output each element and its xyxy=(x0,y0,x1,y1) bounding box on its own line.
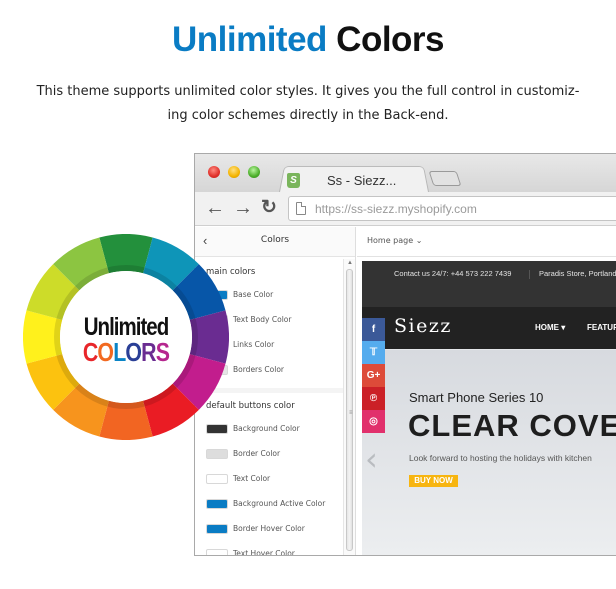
color-setting-label: Background Color xyxy=(233,424,300,433)
store-address: Paradis Store, Portland xyxy=(539,269,616,278)
color-setting-label: Text Body Color xyxy=(233,315,292,324)
color-setting-label: Border Color xyxy=(233,449,281,458)
color-setting-label: Borders Color xyxy=(233,365,285,374)
maximize-window-button[interactable] xyxy=(248,166,260,178)
color-wheel-center: Unlimited COLORS xyxy=(60,271,192,403)
page-select-dropdown[interactable]: Home page ⌄ xyxy=(367,236,422,245)
hero-subtitle: Smart Phone Series 10 xyxy=(409,390,544,405)
url-text[interactable]: https://ss-siezz.myshopify.com xyxy=(315,202,477,216)
color-setting-row[interactable]: Background Active Color xyxy=(206,491,343,516)
hero-title: CLEAR COVER xyxy=(408,408,616,443)
nav-item-features[interactable]: FEATURES xyxy=(587,323,616,332)
heading-rest: Colors xyxy=(326,20,445,59)
browser-toolbar: ← → ↻ https://ss-siezz.myshopify.com xyxy=(195,192,616,226)
wheel-letter: O xyxy=(125,337,142,367)
color-setting-row[interactable]: Text Hover Color xyxy=(206,541,343,555)
color-swatch[interactable] xyxy=(206,448,228,459)
facebook-icon[interactable]: f xyxy=(362,318,385,341)
page-icon xyxy=(296,202,306,215)
close-window-button[interactable] xyxy=(208,166,220,178)
address-bar[interactable]: https://ss-siezz.myshopify.com xyxy=(288,196,616,221)
wheel-letter: R xyxy=(141,337,156,367)
sidebar-scrollbar[interactable]: ▲ ≡ xyxy=(343,259,355,555)
nav-item-home[interactable]: HOME ▾ xyxy=(535,323,565,332)
color-setting-label: Text Color xyxy=(233,474,271,483)
page-subtitle: This theme supports unlimited color styl… xyxy=(16,80,600,128)
color-setting-label: Border Hover Color xyxy=(233,524,305,533)
scrollbar-thumb[interactable]: ≡ xyxy=(346,269,353,551)
subtitle-line: This theme supports unlimited color styl… xyxy=(36,84,580,99)
reload-icon[interactable]: ↻ xyxy=(261,197,277,219)
browser-window: S Ss - Siezz... ← → ↻ https://ss-siezz.m… xyxy=(194,153,616,556)
social-sidebar: f 𝕋 G+ ℗ ◎ xyxy=(362,318,385,433)
site-logo[interactable]: Siezz xyxy=(394,315,452,337)
color-swatch[interactable] xyxy=(206,548,228,555)
color-setting-label: Links Color xyxy=(233,340,275,349)
minimize-window-button[interactable] xyxy=(228,166,240,178)
heading-accent: Unlimited xyxy=(171,20,327,59)
subtitle-line: ing color schemes directly in the Back-e… xyxy=(167,108,449,123)
grip-icon: ≡ xyxy=(349,410,353,416)
color-setting-label: Base Color xyxy=(233,290,274,299)
tab-title: Ss - Siezz... xyxy=(327,172,397,188)
shopify-icon: S xyxy=(287,172,300,188)
scroll-up-arrow-icon[interactable]: ▲ xyxy=(347,260,353,266)
hero-description: Look forward to hosting the holidays wit… xyxy=(409,453,592,463)
site-topbar: Contact us 24/7: +44 573 222 7439 Paradi… xyxy=(362,261,616,307)
wheel-letter: L xyxy=(113,337,126,367)
instagram-icon[interactable]: ◎ xyxy=(362,410,385,433)
contact-info: Contact us 24/7: +44 573 222 7439 xyxy=(394,269,512,278)
store-preview: Contact us 24/7: +44 573 222 7439 Paradi… xyxy=(362,261,616,555)
forward-arrow-icon[interactable]: → xyxy=(233,197,253,219)
buy-now-button[interactable]: BUY NOW xyxy=(409,475,458,487)
color-setting-row[interactable]: Border Color xyxy=(206,441,343,466)
color-swatch[interactable] xyxy=(206,498,228,509)
color-swatch[interactable] xyxy=(206,473,228,484)
browser-tab-content[interactable]: S Ss - Siezz... xyxy=(287,170,396,190)
color-setting-label: Background Active Color xyxy=(233,499,326,508)
color-setting-label: Text Hover Color xyxy=(233,549,295,555)
preview-header: Home page ⌄ xyxy=(357,227,616,257)
topbar-divider xyxy=(529,270,530,279)
wheel-letter: O xyxy=(97,337,114,367)
wheel-text-colors: COLORS xyxy=(72,337,180,368)
color-swatch[interactable] xyxy=(206,523,228,534)
pinterest-icon[interactable]: ℗ xyxy=(362,387,385,410)
wheel-letter: C xyxy=(82,337,98,367)
twitter-icon[interactable]: 𝕋 xyxy=(362,341,385,364)
color-wheel-badge: Unlimited COLORS xyxy=(22,234,229,440)
color-setting-row[interactable]: Text Color xyxy=(206,466,343,491)
back-arrow-icon[interactable]: ← xyxy=(205,197,225,219)
google-plus-icon[interactable]: G+ xyxy=(362,364,385,387)
new-tab-button[interactable] xyxy=(428,171,462,186)
page-heading: Unlimited Colors xyxy=(0,20,616,60)
slider-prev-icon[interactable]: ‹ xyxy=(365,440,378,478)
wheel-letter: S xyxy=(155,337,170,367)
site-navigation: Siezz HOME ▾ FEATURES xyxy=(362,307,616,349)
hero-slider: f 𝕋 G+ ℗ ◎ ‹ Smart Phone Series 10 CLEAR… xyxy=(362,318,616,555)
browser-titlebar: S Ss - Siezz... xyxy=(195,154,616,192)
color-setting-row[interactable]: Border Hover Color xyxy=(206,516,343,541)
